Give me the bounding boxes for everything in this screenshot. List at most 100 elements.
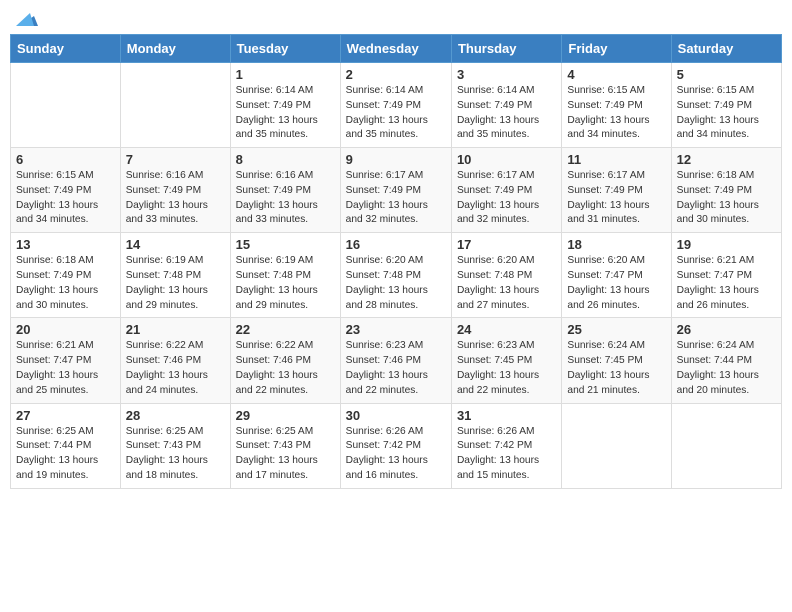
day-detail: Sunrise: 6:14 AM Sunset: 7:49 PM Dayligh… — [457, 84, 556, 143]
week-row-2: 6 Sunrise: 6:15 AM Sunset: 7:49 PM Daylig… — [11, 148, 782, 233]
day-number: 19 — [677, 237, 776, 252]
day-detail: Sunrise: 6:15 AM Sunset: 7:49 PM Dayligh… — [567, 84, 665, 143]
day-cell: 21Sunrise: 6:22 AM Sunset: 7:46 PM Dayli… — [120, 318, 230, 403]
day-detail: Sunrise: 6:14 AM Sunset: 7:49 PM Dayligh… — [236, 84, 335, 143]
day-cell: 27 Sunrise: 6:25 AM Sunset: 7:44 PM Dayli… — [11, 403, 121, 488]
day-detail: Sunrise: 6:14 AM Sunset: 7:49 PM Dayligh… — [346, 84, 446, 143]
day-cell: 13 Sunrise: 6:18 AM Sunset: 7:49 PM Dayli… — [11, 233, 121, 318]
day-detail: Sunrise: 6:22 AM Sunset: 7:46 PM Dayligh… — [126, 339, 225, 398]
day-cell: 30 Sunrise: 6:26 AM Sunset: 7:42 PM Dayli… — [340, 403, 451, 488]
day-cell: 14 Sunrise: 6:19 AM Sunset: 7:48 PM Dayli… — [120, 233, 230, 318]
week-row-5: 27 Sunrise: 6:25 AM Sunset: 7:44 PM Dayli… — [11, 403, 782, 488]
calendar-header-row: SundayMondayTuesdayWednesdayThursdayFrid… — [11, 35, 782, 63]
day-detail: Sunrise: 6:24 AM Sunset: 7:44 PM Dayligh… — [677, 339, 776, 398]
day-detail: Sunrise: 6:19 AM Sunset: 7:48 PM Dayligh… — [236, 254, 335, 313]
day-detail: Sunrise: 6:17 AM Sunset: 7:49 PM Dayligh… — [346, 169, 446, 228]
day-detail: Sunrise: 6:16 AM Sunset: 7:49 PM Dayligh… — [236, 169, 335, 228]
day-cell: 3 Sunrise: 6:14 AM Sunset: 7:49 PM Daylig… — [451, 63, 561, 148]
day-number: 6 — [16, 152, 115, 167]
day-number: 15 — [236, 237, 335, 252]
day-detail: Sunrise: 6:25 AM Sunset: 7:43 PM Dayligh… — [236, 425, 335, 484]
day-detail: Sunrise: 6:20 AM Sunset: 7:48 PM Dayligh… — [346, 254, 446, 313]
day-cell: 19 Sunrise: 6:21 AM Sunset: 7:47 PM Dayli… — [671, 233, 781, 318]
day-number: 14 — [126, 237, 225, 252]
day-detail: Sunrise: 6:15 AM Sunset: 7:49 PM Dayligh… — [16, 169, 115, 228]
day-number: 20 — [16, 322, 115, 337]
day-number: 13 — [16, 237, 115, 252]
week-row-4: 20Sunrise: 6:21 AM Sunset: 7:47 PM Dayli… — [11, 318, 782, 403]
header-sunday: Sunday — [11, 35, 121, 63]
day-detail: Sunrise: 6:16 AM Sunset: 7:49 PM Dayligh… — [126, 169, 225, 228]
day-detail: Sunrise: 6:26 AM Sunset: 7:42 PM Dayligh… — [457, 425, 556, 484]
day-number: 10 — [457, 152, 556, 167]
day-detail: Sunrise: 6:17 AM Sunset: 7:49 PM Dayligh… — [457, 169, 556, 228]
day-number: 29 — [236, 408, 335, 423]
day-cell: 9Sunrise: 6:17 AM Sunset: 7:49 PM Daylig… — [340, 148, 451, 233]
day-number: 27 — [16, 408, 115, 423]
header-tuesday: Tuesday — [230, 35, 340, 63]
week-row-1: 1 Sunrise: 6:14 AM Sunset: 7:49 PM Daylig… — [11, 63, 782, 148]
day-cell: 26Sunrise: 6:24 AM Sunset: 7:44 PM Dayli… — [671, 318, 781, 403]
day-cell: 29 Sunrise: 6:25 AM Sunset: 7:43 PM Dayli… — [230, 403, 340, 488]
day-cell: 10 Sunrise: 6:17 AM Sunset: 7:49 PM Dayli… — [451, 148, 561, 233]
day-cell: 12 Sunrise: 6:18 AM Sunset: 7:49 PM Dayli… — [671, 148, 781, 233]
day-number: 16 — [346, 237, 446, 252]
header-wednesday: Wednesday — [340, 35, 451, 63]
day-cell: 28 Sunrise: 6:25 AM Sunset: 7:43 PM Dayli… — [120, 403, 230, 488]
day-detail: Sunrise: 6:20 AM Sunset: 7:47 PM Dayligh… — [567, 254, 665, 313]
day-detail: Sunrise: 6:25 AM Sunset: 7:44 PM Dayligh… — [16, 425, 115, 484]
day-detail: Sunrise: 6:22 AM Sunset: 7:46 PM Dayligh… — [236, 339, 335, 398]
day-number: 25 — [567, 322, 665, 337]
day-number: 28 — [126, 408, 225, 423]
day-number: 3 — [457, 67, 556, 82]
day-cell: 7 Sunrise: 6:16 AM Sunset: 7:49 PM Daylig… — [120, 148, 230, 233]
day-number: 30 — [346, 408, 446, 423]
day-detail: Sunrise: 6:21 AM Sunset: 7:47 PM Dayligh… — [677, 254, 776, 313]
day-detail: Sunrise: 6:19 AM Sunset: 7:48 PM Dayligh… — [126, 254, 225, 313]
day-number: 1 — [236, 67, 335, 82]
logo-icon — [16, 8, 38, 28]
header-friday: Friday — [562, 35, 671, 63]
day-detail: Sunrise: 6:26 AM Sunset: 7:42 PM Dayligh… — [346, 425, 446, 484]
day-number: 2 — [346, 67, 446, 82]
day-cell: 11 Sunrise: 6:17 AM Sunset: 7:49 PM Dayli… — [562, 148, 671, 233]
day-number: 12 — [677, 152, 776, 167]
day-cell: 31 Sunrise: 6:26 AM Sunset: 7:42 PM Dayli… — [451, 403, 561, 488]
day-detail: Sunrise: 6:23 AM Sunset: 7:45 PM Dayligh… — [457, 339, 556, 398]
day-cell — [11, 63, 121, 148]
day-cell: 1 Sunrise: 6:14 AM Sunset: 7:49 PM Daylig… — [230, 63, 340, 148]
day-detail: Sunrise: 6:17 AM Sunset: 7:49 PM Dayligh… — [567, 169, 665, 228]
day-detail: Sunrise: 6:15 AM Sunset: 7:49 PM Dayligh… — [677, 84, 776, 143]
day-cell: 16 Sunrise: 6:20 AM Sunset: 7:48 PM Dayli… — [340, 233, 451, 318]
day-cell: 2 Sunrise: 6:14 AM Sunset: 7:49 PM Daylig… — [340, 63, 451, 148]
day-number: 31 — [457, 408, 556, 423]
day-cell: 6 Sunrise: 6:15 AM Sunset: 7:49 PM Daylig… — [11, 148, 121, 233]
day-number: 5 — [677, 67, 776, 82]
day-detail: Sunrise: 6:25 AM Sunset: 7:43 PM Dayligh… — [126, 425, 225, 484]
day-number: 11 — [567, 152, 665, 167]
day-detail: Sunrise: 6:23 AM Sunset: 7:46 PM Dayligh… — [346, 339, 446, 398]
day-cell: 17Sunrise: 6:20 AM Sunset: 7:48 PM Dayli… — [451, 233, 561, 318]
logo — [14, 10, 38, 28]
day-cell: 23 Sunrise: 6:23 AM Sunset: 7:46 PM Dayli… — [340, 318, 451, 403]
day-detail: Sunrise: 6:24 AM Sunset: 7:45 PM Dayligh… — [567, 339, 665, 398]
day-cell: 5 Sunrise: 6:15 AM Sunset: 7:49 PM Daylig… — [671, 63, 781, 148]
day-cell — [671, 403, 781, 488]
page-header — [10, 10, 782, 28]
day-number: 18 — [567, 237, 665, 252]
day-number: 4 — [567, 67, 665, 82]
day-cell: 25 Sunrise: 6:24 AM Sunset: 7:45 PM Dayli… — [562, 318, 671, 403]
day-number: 23 — [346, 322, 446, 337]
day-detail: Sunrise: 6:20 AM Sunset: 7:48 PM Dayligh… — [457, 254, 556, 313]
day-cell: 4 Sunrise: 6:15 AM Sunset: 7:49 PM Daylig… — [562, 63, 671, 148]
day-number: 22 — [236, 322, 335, 337]
day-number: 7 — [126, 152, 225, 167]
day-detail: Sunrise: 6:18 AM Sunset: 7:49 PM Dayligh… — [16, 254, 115, 313]
week-row-3: 13 Sunrise: 6:18 AM Sunset: 7:49 PM Dayli… — [11, 233, 782, 318]
day-cell: 18 Sunrise: 6:20 AM Sunset: 7:47 PM Dayli… — [562, 233, 671, 318]
day-cell — [562, 403, 671, 488]
header-monday: Monday — [120, 35, 230, 63]
day-cell — [120, 63, 230, 148]
day-detail: Sunrise: 6:18 AM Sunset: 7:49 PM Dayligh… — [677, 169, 776, 228]
header-thursday: Thursday — [451, 35, 561, 63]
